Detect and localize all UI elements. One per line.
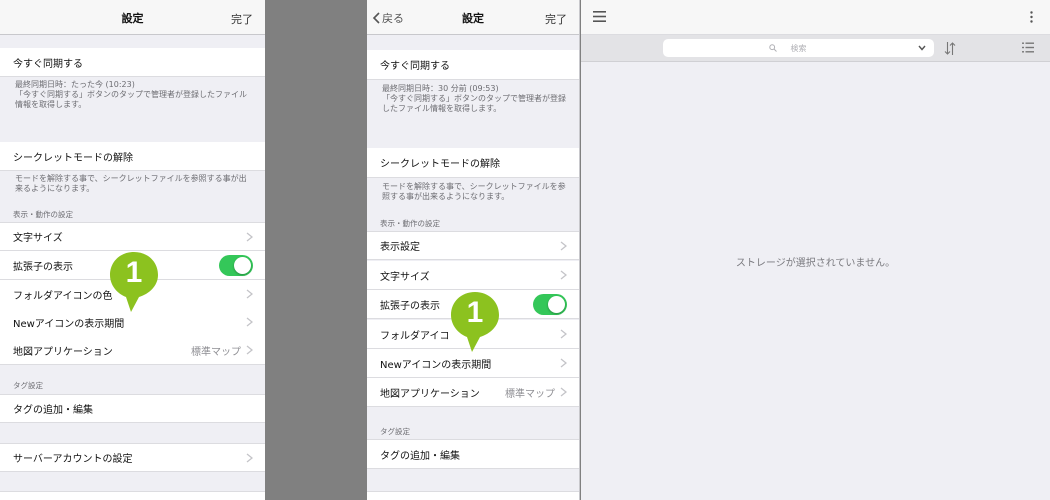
show-ext-label: 拡張子の表示: [13, 261, 73, 273]
secret-mode-label: シークレットモードの解除: [13, 152, 133, 164]
chevron-right-icon: [246, 317, 253, 327]
chevron-right-icon: [560, 358, 567, 368]
chevron-right-icon: [560, 241, 567, 251]
middle-sync-note: 最終同期日時：30 分前 (09:53) 「今すぐ同期する」ボタンのタップで管理…: [382, 84, 566, 113]
empty-storage-message: ストレージが選択されていません。: [735, 258, 896, 269]
toggle-knob: [234, 257, 251, 274]
map-app-value: 標準マップ: [191, 346, 241, 358]
toggle-knob: [548, 296, 565, 313]
middle-display-section-header: 表示・動作の設定: [380, 219, 440, 228]
middle-bottom-row: [367, 491, 579, 500]
chevron-right-icon: [246, 232, 253, 242]
chevron-right-icon: [560, 387, 567, 397]
server-account-label: サーバーアカウントの設定: [13, 454, 133, 465]
left-sync-now-row[interactable]: 今すぐ同期する: [0, 48, 265, 77]
font-size-label: 文字サイズ: [380, 271, 430, 283]
left-nav-bar: 設定 完了: [0, 0, 265, 35]
file-browser-panel: 検索 ストレージが選択されていません。: [581, 0, 1050, 500]
chevron-down-icon[interactable]: [918, 45, 926, 51]
tag-add-edit-label: タグの追加・編集: [380, 450, 460, 462]
middle-sync-now-row[interactable]: 今すぐ同期する: [367, 50, 579, 80]
show-ext-label: 拡張子の表示: [380, 300, 440, 312]
list-view-icon[interactable]: [1022, 42, 1034, 53]
hamburger-menu-icon[interactable]: [593, 11, 606, 22]
search-field[interactable]: 検索: [663, 39, 934, 57]
tag-add-edit-label: タグの追加・編集: [13, 405, 93, 416]
show-ext-toggle[interactable]: [219, 255, 253, 276]
left-settings-panel: 設定 完了 今すぐ同期する 最終同期日時：たった今 (10:23) 「今すぐ同期…: [0, 0, 265, 500]
left-secret-note: モードを解除する事で、シークレットファイルを参照する事が出来るようになります。: [15, 174, 247, 193]
middle-secret-note: モードを解除する事で、シークレットファイルを参照する事が出来るようになります。: [382, 182, 566, 201]
chevron-right-icon: [246, 345, 253, 355]
chevron-right-icon: [246, 289, 253, 299]
folder-icon-color-label: フォルダアイコンの色: [13, 290, 113, 302]
more-vertical-icon[interactable]: [1030, 11, 1033, 23]
marker-number: 1: [125, 256, 143, 289]
map-app-label: 地図アプリケーション: [380, 388, 480, 400]
sync-now-label: 今すぐ同期する: [380, 61, 450, 72]
right-top-bar: [581, 0, 1050, 35]
middle-nav-bar: 戻る 設定 完了: [367, 0, 579, 35]
chevron-right-icon: [246, 453, 253, 463]
sort-icon[interactable]: [944, 41, 956, 56]
left-map-app-row[interactable]: 地図アプリケーション 標準マップ: [0, 336, 265, 365]
middle-tag-add-edit-row[interactable]: タグの追加・編集: [367, 439, 579, 469]
marker-number: 1: [466, 296, 484, 329]
left-nav-title: 設定: [121, 12, 144, 25]
middle-secret-mode-row[interactable]: シークレットモードの解除: [367, 148, 579, 178]
middle-map-app-row[interactable]: 地図アプリケーション 標準マップ: [367, 378, 579, 407]
step-marker-badge: 1: [449, 290, 501, 354]
middle-settings-panel: 戻る 設定 完了 今すぐ同期する 最終同期日時：30 分前 (09:53) 「今…: [367, 0, 580, 500]
secret-mode-label: シークレットモードの解除: [380, 159, 500, 170]
middle-display-settings-row[interactable]: 表示設定: [367, 231, 579, 260]
left-secret-mode-row[interactable]: シークレットモードの解除: [0, 142, 265, 171]
map-app-label: 地図アプリケーション: [13, 346, 113, 358]
search-placeholder: 検索: [790, 44, 807, 53]
font-size-label: 文字サイズ: [13, 233, 63, 244]
map-app-value: 標準マップ: [505, 388, 555, 400]
step-marker-badge: 1: [108, 250, 160, 314]
left-server-account-row[interactable]: サーバーアカウントの設定: [0, 443, 265, 472]
sync-now-label: 今すぐ同期する: [13, 58, 83, 70]
middle-font-size-row[interactable]: 文字サイズ: [367, 261, 579, 290]
left-tag-add-edit-row[interactable]: タグの追加・編集: [0, 394, 265, 423]
new-icon-period-label: Newアイコンの表示期間: [380, 359, 492, 371]
middle-tag-section-header: タグ設定: [380, 427, 410, 436]
left-sync-note: 最終同期日時：たった今 (10:23) 「今すぐ同期する」ボタンのタップで管理者…: [15, 80, 247, 109]
right-toolbar: 検索: [581, 35, 1050, 62]
left-done-button[interactable]: 完了: [231, 11, 253, 27]
left-display-section-header: 表示・動作の設定: [13, 210, 73, 219]
middle-done-button[interactable]: 完了: [545, 11, 567, 27]
chevron-right-icon: [560, 270, 567, 280]
left-tag-section-header: タグ設定: [13, 381, 43, 390]
show-ext-toggle[interactable]: [533, 294, 567, 315]
left-font-size-row[interactable]: 文字サイズ: [0, 222, 265, 251]
chevron-right-icon: [560, 329, 567, 339]
left-bottom-row: [0, 491, 265, 500]
new-icon-period-label: Newアイコンの表示期間: [13, 318, 125, 330]
display-settings-label: 表示設定: [380, 242, 420, 253]
folder-icon-label: フォルダアイコ: [380, 330, 450, 342]
